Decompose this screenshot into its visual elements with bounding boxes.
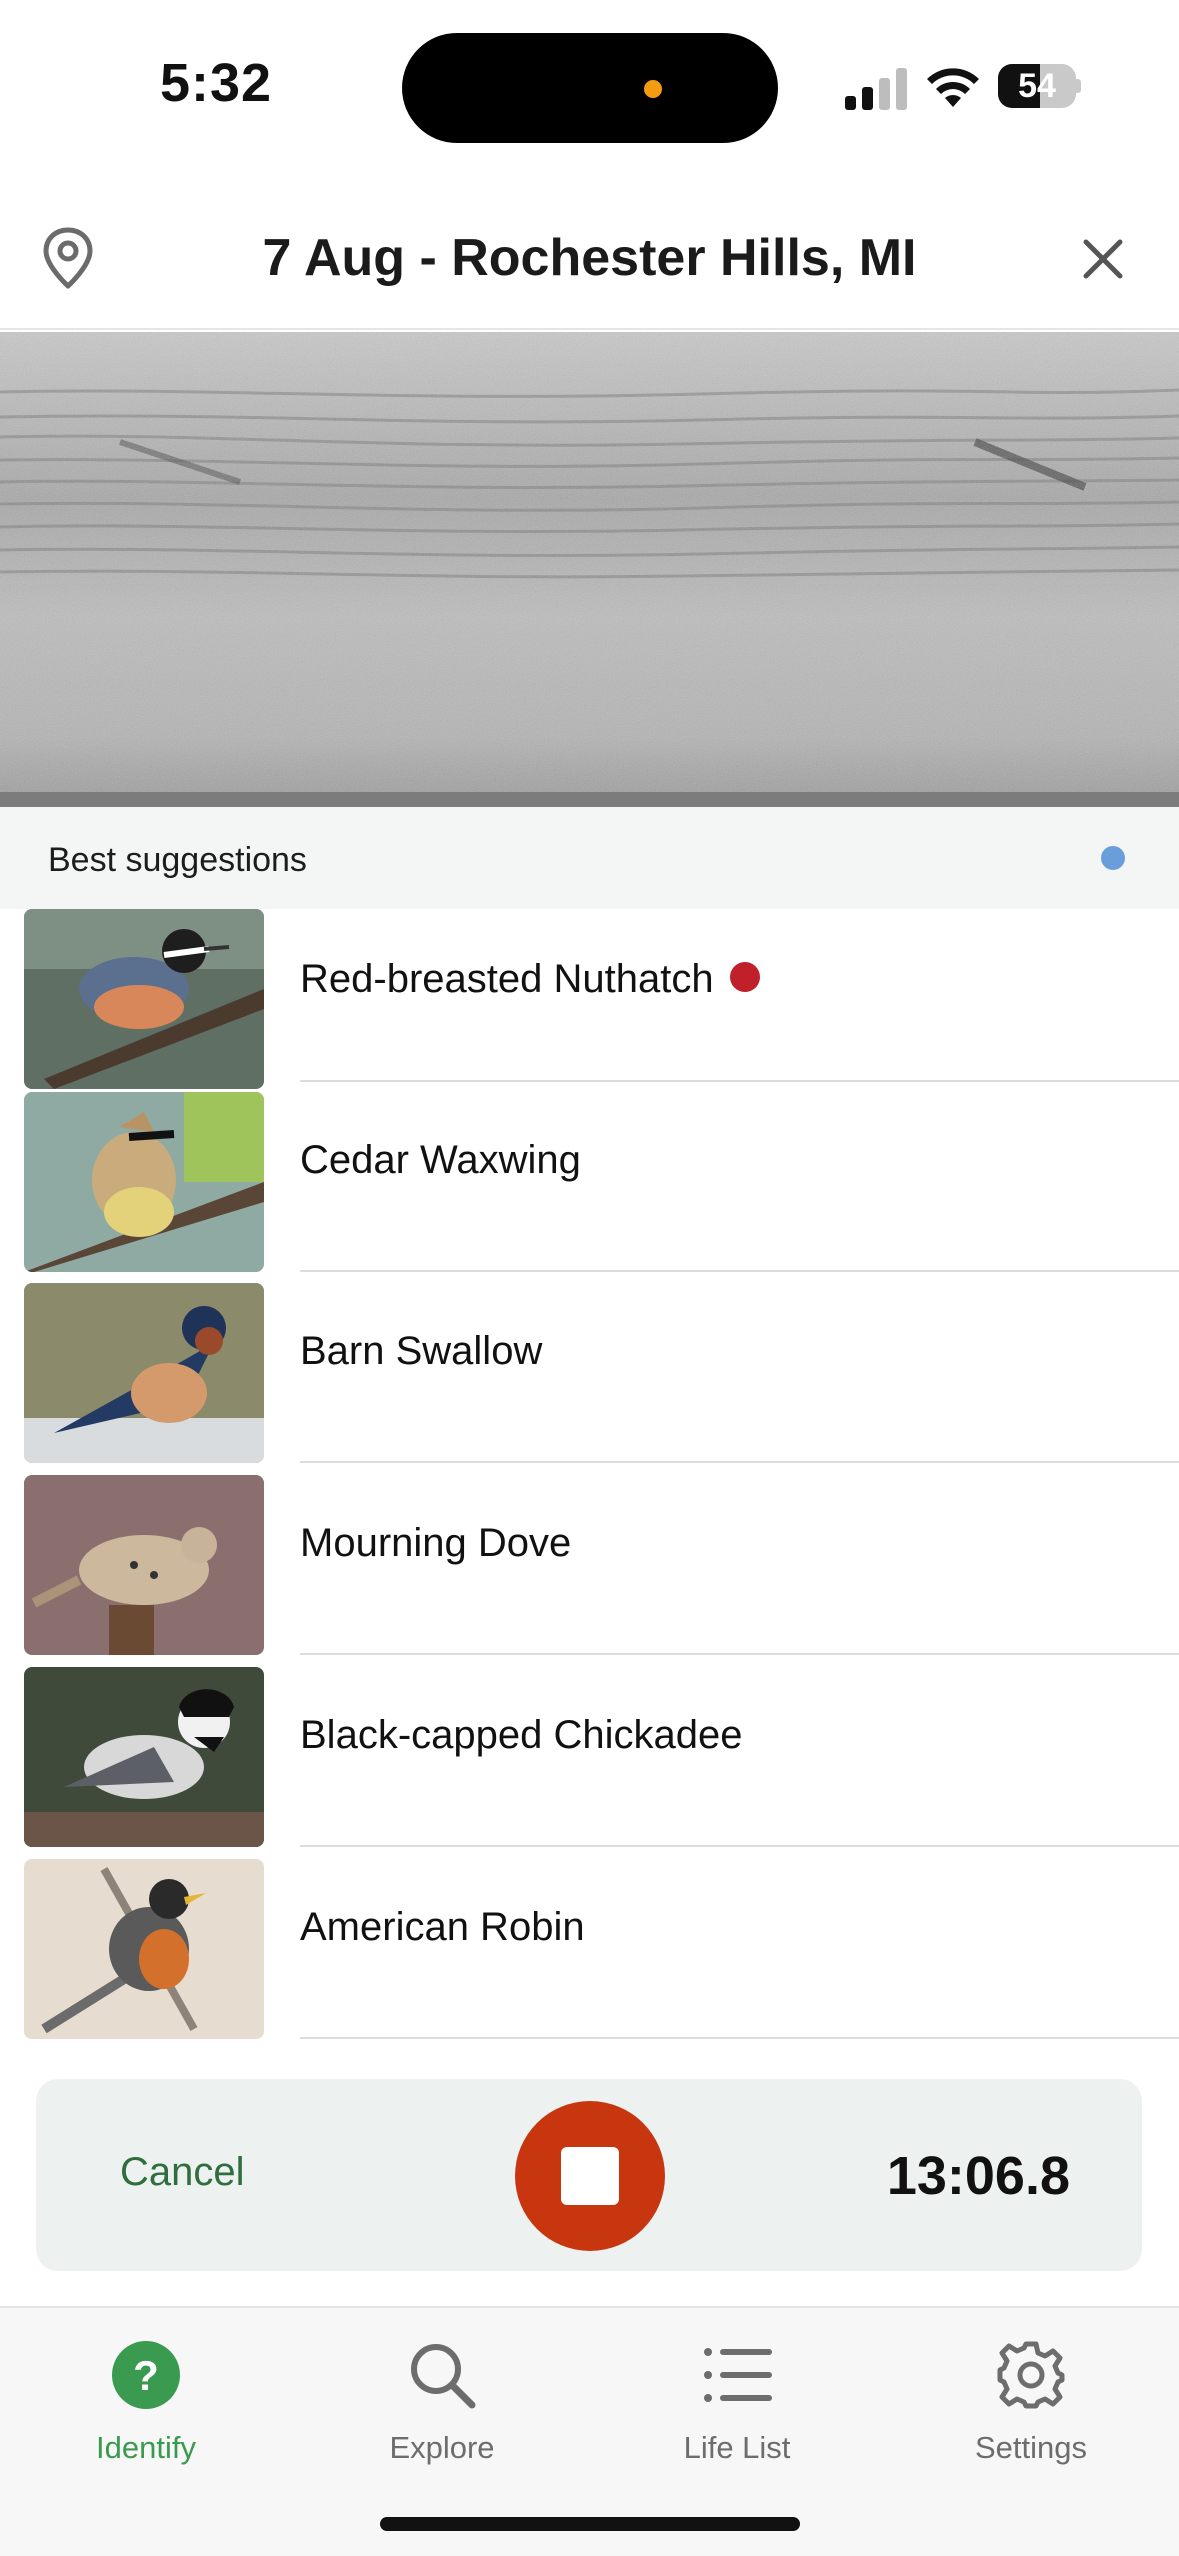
bird-photo — [24, 1859, 264, 2039]
new-species-dot — [729, 962, 760, 993]
species-name: Cedar Waxwing — [300, 1138, 581, 1182]
home-indicator[interactable] — [380, 2517, 800, 2531]
tab-life-list[interactable]: Life List — [627, 2330, 847, 2490]
tab-bar: ? Identify Explore Life List Settings — [0, 2306, 1179, 2556]
recording-indicator-dot — [644, 80, 662, 98]
tab-identify[interactable]: ? Identify — [36, 2330, 256, 2490]
map-pin-icon[interactable] — [40, 226, 96, 292]
search-icon — [411, 2344, 476, 2409]
status-bar: 5:32 54 — [0, 0, 1179, 175]
bird-photo — [24, 1092, 264, 1272]
suggestions-heading: Best suggestions — [48, 841, 307, 879]
battery-icon: 54 — [998, 64, 1081, 108]
stop-recording-button[interactable] — [515, 2101, 665, 2251]
list-item[interactable]: Mourning Dove — [0, 1463, 1179, 1655]
cellular-signal-icon — [845, 68, 907, 110]
tab-label: Identify — [96, 2430, 196, 2465]
tab-explore[interactable]: Explore — [332, 2330, 552, 2490]
suggestions-status-dot — [1101, 846, 1125, 870]
cancel-button[interactable]: Cancel — [120, 2150, 245, 2195]
tab-label: Life List — [683, 2430, 791, 2465]
status-time: 5:32 — [160, 53, 273, 113]
recording-timer: 13:06.8 — [886, 2146, 1070, 2206]
gear-icon — [997, 2341, 1065, 2409]
battery-percentage: 54 — [1018, 67, 1056, 105]
spectrogram — [0, 332, 1179, 807]
tab-settings[interactable]: Settings — [921, 2330, 1141, 2490]
bird-photo — [24, 909, 264, 1089]
list-item[interactable]: American Robin — [0, 1847, 1179, 2039]
svg-text:?: ? — [133, 2352, 159, 2399]
stop-icon — [561, 2147, 619, 2205]
dynamic-island — [402, 33, 778, 143]
bird-photo — [24, 1667, 264, 1847]
list-item[interactable]: Black-capped Chickadee — [0, 1655, 1179, 1847]
list-item[interactable]: Cedar Waxwing — [0, 1080, 1179, 1272]
list-item[interactable]: Red-breasted Nuthatch — [0, 909, 1179, 1101]
recording-controls: Cancel 13:06.8 — [36, 2079, 1142, 2271]
question-circle-icon: ? — [112, 2341, 180, 2409]
recording-header: 7 Aug - Rochester Hills, MI — [0, 190, 1179, 330]
list-icon — [704, 2348, 772, 2402]
bird-photo — [24, 1475, 264, 1655]
species-name: Mourning Dove — [300, 1521, 572, 1565]
suggestions-header: Best suggestions — [0, 807, 1179, 909]
tab-label: Settings — [974, 2430, 1087, 2465]
wifi-icon — [927, 68, 979, 107]
close-icon[interactable] — [1080, 236, 1126, 282]
species-name: Barn Swallow — [300, 1329, 543, 1373]
species-name: Black-capped Chickadee — [300, 1713, 743, 1757]
page-title[interactable]: 7 Aug - Rochester Hills, MI — [160, 228, 1019, 288]
bird-photo — [24, 1283, 264, 1463]
list-item[interactable]: Barn Swallow — [0, 1271, 1179, 1463]
tab-label: Explore — [389, 2430, 495, 2465]
species-name: American Robin — [300, 1905, 585, 1949]
species-name: Red-breasted Nuthatch — [300, 957, 760, 1002]
